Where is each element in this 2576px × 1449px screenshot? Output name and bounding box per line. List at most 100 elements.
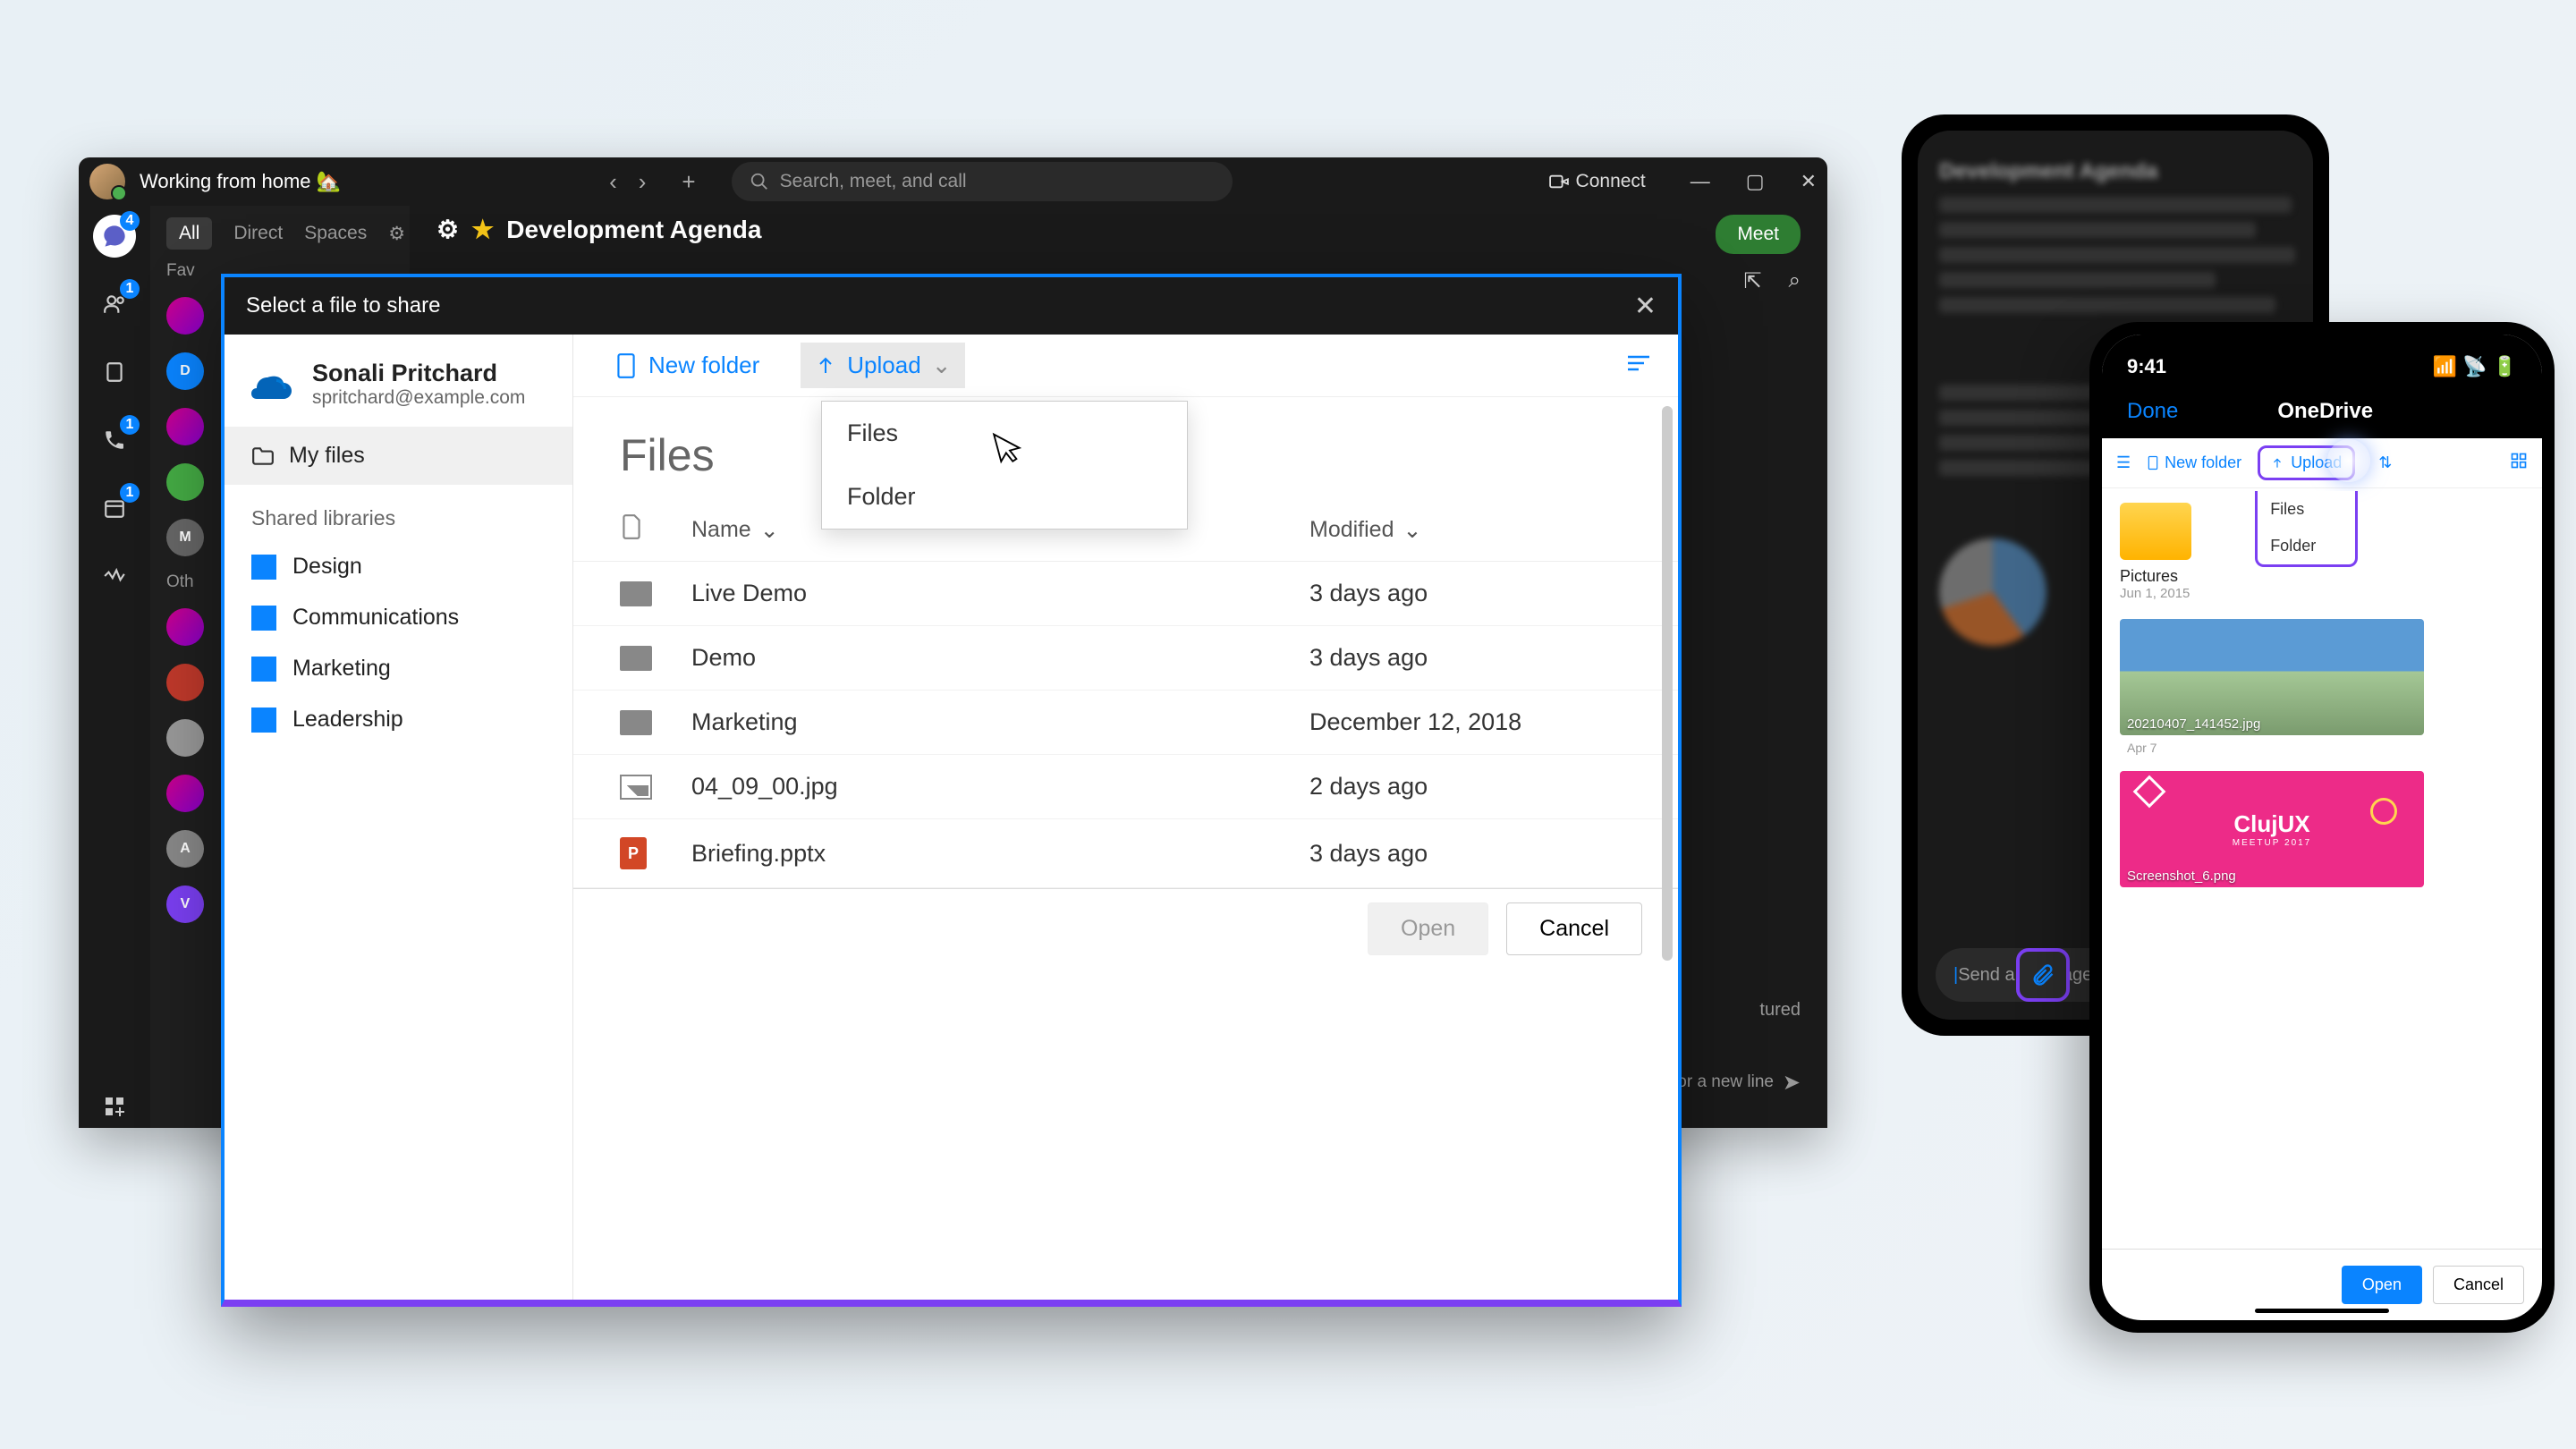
open-button-mobile[interactable]: Open bbox=[2342, 1266, 2422, 1304]
upload-files-option-mobile[interactable]: Files bbox=[2258, 491, 2355, 528]
hint-text: or a new line bbox=[1677, 1072, 1774, 1092]
modal-footer: Open Cancel bbox=[573, 888, 1678, 969]
file-modified: 3 days ago bbox=[1309, 580, 1631, 607]
folder-icon bbox=[2120, 503, 2191, 560]
image-icon bbox=[620, 775, 652, 800]
library-item-leadership[interactable]: Leadership bbox=[225, 694, 572, 745]
grid-view-button[interactable] bbox=[2510, 452, 2528, 474]
shared-libraries-label: Shared libraries bbox=[225, 485, 572, 541]
chevron-down-icon: ⌄ bbox=[932, 352, 952, 379]
folder-item[interactable]: Pictures Jun 1, 2015 bbox=[2120, 503, 2254, 601]
view-options-button[interactable] bbox=[1626, 354, 1651, 377]
gear-icon[interactable]: ⚙ bbox=[436, 215, 459, 244]
rail-calendar[interactable]: 1 bbox=[93, 487, 136, 530]
file-row[interactable]: Briefing.pptx3 days ago bbox=[573, 819, 1678, 888]
upload-icon bbox=[815, 355, 836, 377]
library-item-design[interactable]: Design bbox=[225, 541, 572, 592]
home-indicator[interactable] bbox=[2255, 1309, 2389, 1313]
new-folder-button[interactable]: New folder bbox=[600, 343, 774, 388]
folder-icon bbox=[620, 646, 652, 671]
file-row[interactable]: MarketingDecember 12, 2018 bbox=[573, 691, 1678, 755]
user-avatar[interactable] bbox=[89, 164, 125, 199]
modal-title: Select a file to share bbox=[246, 293, 440, 318]
apps-icon bbox=[104, 1096, 125, 1117]
share-icon[interactable]: ⇱ bbox=[1743, 268, 1761, 294]
library-item-marketing[interactable]: Marketing bbox=[225, 643, 572, 694]
upload-button[interactable]: Upload ⌄ bbox=[801, 343, 965, 388]
cancel-button[interactable]: Cancel bbox=[1506, 902, 1642, 955]
close-button[interactable]: ✕ bbox=[1801, 170, 1817, 193]
photo-item[interactable]: ClujUX MEETUP 2017 Screenshot_6.png 2h a… bbox=[2120, 771, 2424, 887]
modal-body: Sonali Pritchard spritchard@example.com … bbox=[225, 335, 1678, 1300]
rail-apps[interactable] bbox=[93, 1085, 136, 1128]
folder-icon bbox=[620, 710, 652, 735]
mobile-chat-title: Development Agenda bbox=[1918, 131, 2313, 188]
status-icons: 📶 📡 🔋 bbox=[2433, 355, 2517, 378]
rail-teams[interactable]: 1 bbox=[93, 283, 136, 326]
rail-calls[interactable]: 1 bbox=[93, 419, 136, 462]
avatar-icon bbox=[166, 297, 204, 335]
maximize-button[interactable]: ▢ bbox=[1746, 170, 1765, 193]
library-item-communications[interactable]: Communications bbox=[225, 592, 572, 643]
connect-button[interactable]: Connect bbox=[1549, 171, 1646, 192]
menu-icon[interactable]: ☰ bbox=[2116, 453, 2131, 472]
folder-icon bbox=[620, 581, 652, 606]
file-icon bbox=[620, 513, 643, 540]
file-picker-modal: Select a file to share ✕ Sonali Pritchar… bbox=[221, 274, 1682, 1307]
filter-settings-icon[interactable]: ⚙ bbox=[388, 223, 405, 245]
file-name: Marketing bbox=[691, 708, 1309, 736]
mobile-title: OneDrive bbox=[2277, 399, 2373, 424]
rail-chat[interactable]: 4 bbox=[93, 215, 136, 258]
rail-meetings[interactable] bbox=[93, 351, 136, 394]
column-modified[interactable]: Modified ⌄ bbox=[1309, 513, 1631, 547]
chat-title: Development Agenda bbox=[506, 216, 761, 244]
filter-all[interactable]: All bbox=[166, 217, 212, 250]
brand-sub: MEETUP 2017 bbox=[2233, 838, 2312, 848]
search-input[interactable]: Search, meet, and call bbox=[732, 162, 1233, 201]
scrollbar-thumb[interactable] bbox=[1662, 406, 1673, 961]
video-icon bbox=[1549, 174, 1569, 190]
presence-status[interactable]: Working from home 🏡 bbox=[140, 170, 341, 193]
open-button[interactable]: Open bbox=[1368, 902, 1488, 955]
filter-tabs: All Direct Spaces ⚙ bbox=[150, 213, 410, 254]
modal-close-button[interactable]: ✕ bbox=[1634, 291, 1657, 322]
send-icon[interactable]: ➤ bbox=[1783, 1070, 1801, 1096]
file-modified: 3 days ago bbox=[1309, 644, 1631, 672]
upload-folder-option-mobile[interactable]: Folder bbox=[2258, 528, 2355, 564]
file-row[interactable]: Demo3 days ago bbox=[573, 626, 1678, 691]
new-button[interactable]: + bbox=[682, 168, 695, 196]
mobile-nav: Done OneDrive bbox=[2102, 385, 2542, 438]
filter-direct[interactable]: Direct bbox=[233, 223, 283, 244]
library-icon bbox=[251, 606, 276, 631]
photo-item[interactable]: 20210407_141452.jpg Apr 7 bbox=[2120, 619, 2424, 735]
activity-icon bbox=[103, 564, 126, 588]
forward-button[interactable]: › bbox=[639, 168, 647, 196]
cancel-button-mobile[interactable]: Cancel bbox=[2433, 1266, 2524, 1304]
attach-button[interactable] bbox=[2016, 948, 2070, 1002]
rail-activity[interactable] bbox=[93, 555, 136, 597]
search-chat-icon[interactable]: ⌕ bbox=[1789, 268, 1801, 294]
library-icon bbox=[251, 555, 276, 580]
avatar-icon: M bbox=[166, 519, 204, 556]
lines-icon bbox=[1626, 354, 1651, 372]
back-button[interactable]: ‹ bbox=[609, 168, 617, 196]
new-folder-button-mobile[interactable]: New folder bbox=[2147, 453, 2241, 472]
file-row[interactable]: 04_09_00.jpg2 days ago bbox=[573, 755, 1678, 819]
done-button[interactable]: Done bbox=[2127, 399, 2178, 424]
brand-text: ClujUX bbox=[2233, 810, 2312, 838]
upload-button-mobile[interactable]: Upload Files Folder bbox=[2258, 445, 2355, 480]
file-name: Briefing.pptx bbox=[691, 840, 1309, 868]
myfiles-item[interactable]: My files bbox=[225, 427, 572, 485]
minimize-button[interactable]: — bbox=[1690, 170, 1710, 193]
file-name: Pictures bbox=[2120, 567, 2254, 586]
file-row[interactable]: Live Demo3 days ago bbox=[573, 562, 1678, 626]
sort-icon-mobile[interactable]: ⇅ bbox=[2378, 453, 2392, 472]
notch bbox=[2241, 335, 2402, 360]
avatar-icon bbox=[166, 408, 204, 445]
folder-icon bbox=[251, 446, 275, 466]
meet-button[interactable]: Meet bbox=[1716, 215, 1801, 254]
filter-spaces[interactable]: Spaces bbox=[304, 223, 367, 244]
star-icon[interactable]: ★ bbox=[471, 215, 494, 244]
avatar-icon bbox=[166, 719, 204, 757]
file-name: Screenshot_6.png bbox=[2127, 869, 2236, 884]
